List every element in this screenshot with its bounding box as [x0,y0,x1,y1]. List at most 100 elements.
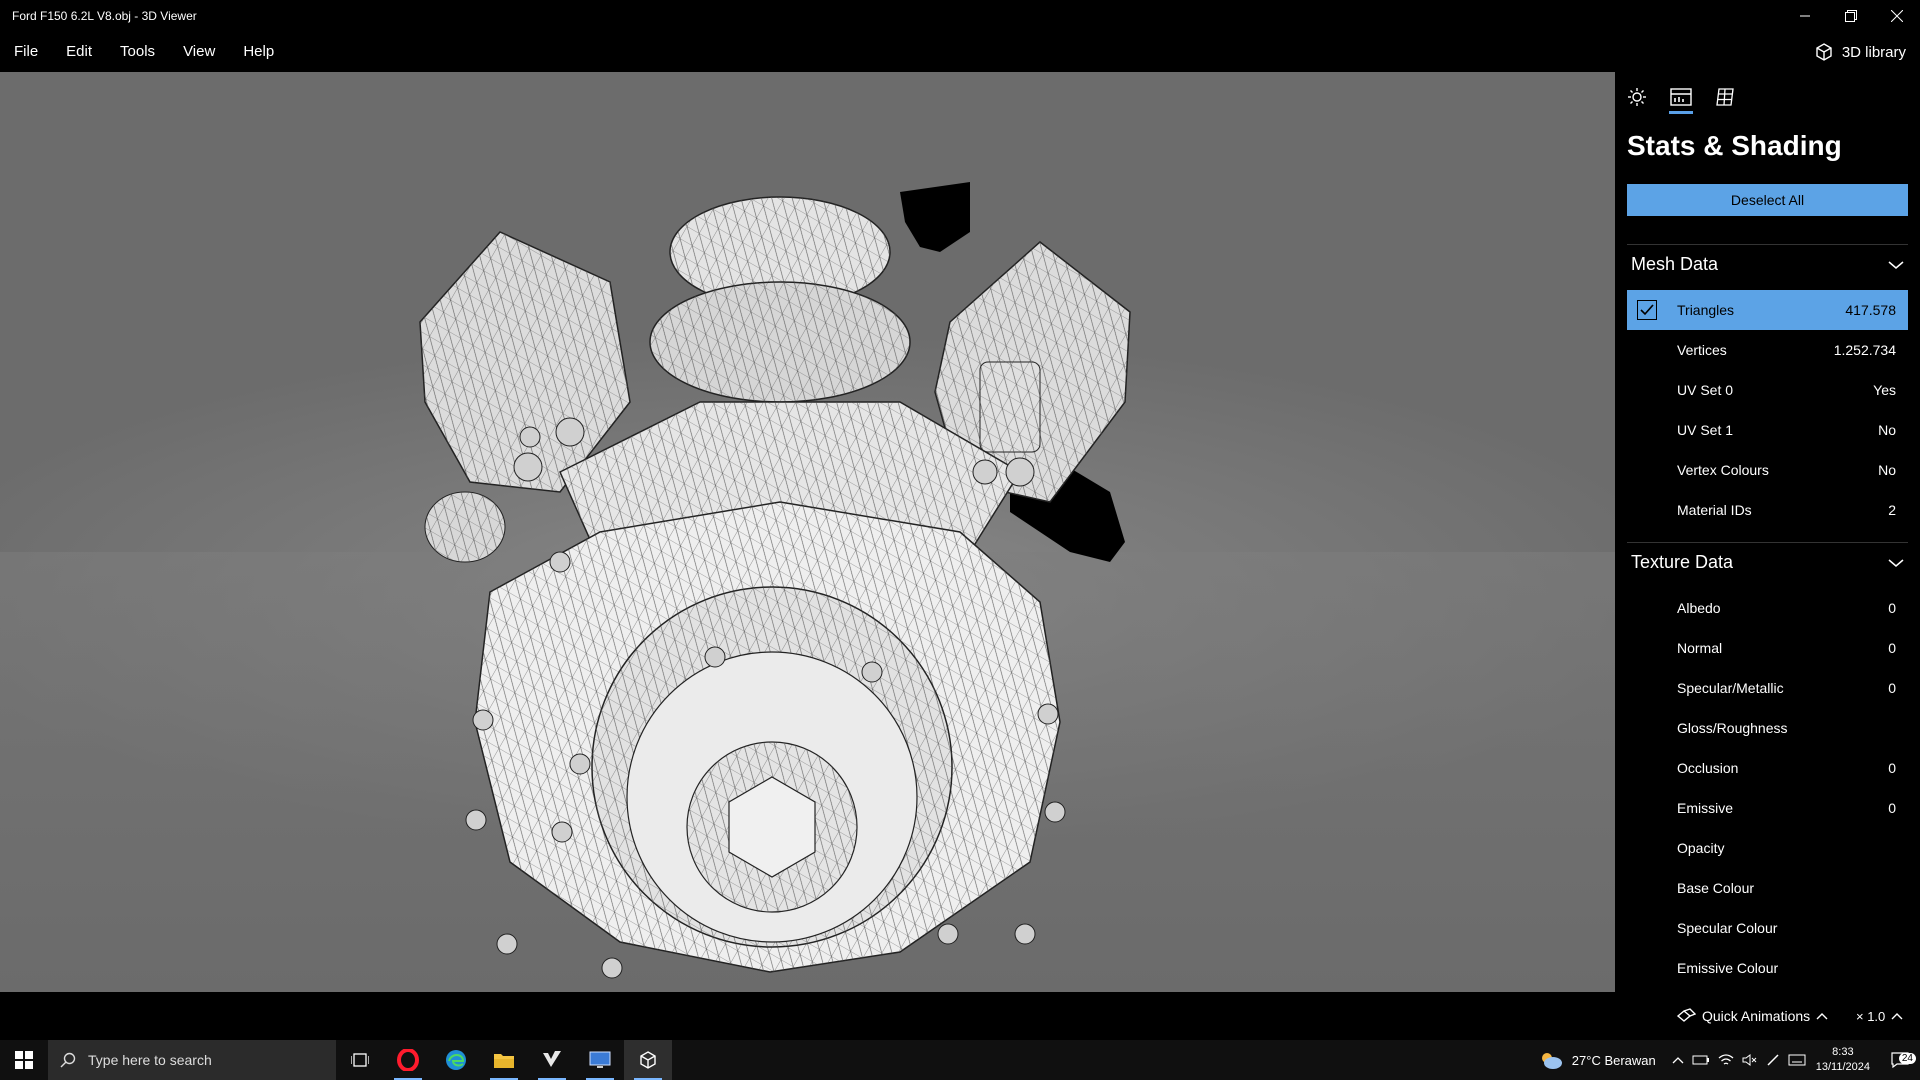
mesh-row-uv-set-1[interactable]: UV Set 1 No [1627,410,1908,450]
animation-speed-control[interactable]: × 1.0 [1856,992,1903,1040]
mesh-row-uv-set-0[interactable]: UV Set 0 Yes [1627,370,1908,410]
wifi-icon[interactable] [1718,1053,1734,1067]
deselect-all-button[interactable]: Deselect All [1627,184,1908,216]
chevron-down-icon [1888,260,1904,269]
pen-icon[interactable] [1766,1053,1780,1067]
opera-icon [397,1049,419,1071]
mesh-row-material-ids[interactable]: Material IDs 2 [1627,490,1908,530]
folder-icon [494,1054,514,1068]
edge-icon [446,1050,466,1070]
row-label: Base Colour [1677,880,1755,896]
row-value: 0 [1888,800,1896,816]
mesh-row-triangles[interactable]: Triangles 417.578 [1627,290,1908,330]
stats-icon [1670,88,1692,106]
mesh-data-heading: Mesh Data [1631,254,1719,274]
texture-row-emissive-colour[interactable]: Emissive Colour [1627,948,1908,988]
clock-time: 8:33 [1832,1046,1854,1058]
row-value: 0 [1888,680,1896,696]
battery-icon[interactable] [1692,1054,1710,1066]
row-value: 417.578 [1845,302,1896,318]
app-icon [543,1051,561,1067]
texture-row-specular-metallic[interactable]: Specular/Metallic 0 [1627,668,1908,708]
minimize-button[interactable] [1782,0,1828,32]
texture-data-heading: Texture Data [1631,552,1734,572]
menu-help[interactable]: Help [229,32,288,72]
taskbar-3d-viewer[interactable] [624,1040,672,1080]
texture-row-opacity[interactable]: Opacity [1627,828,1908,868]
taskbar-edge[interactable] [432,1040,480,1080]
row-label: Vertex Colours [1677,462,1769,478]
search-placeholder: Type here to search [88,1052,212,1068]
menu-edit[interactable]: Edit [52,32,106,72]
cube-icon [640,1051,656,1069]
row-label: Specular Colour [1677,920,1778,936]
panel-title: Stats & Shading [1627,130,1842,161]
taskbar-search-box[interactable]: Type here to search [48,1040,336,1080]
tab-grid[interactable] [1713,84,1737,110]
mesh-row-vertices[interactable]: Vertices 1.252.734 [1627,330,1908,370]
search-icon [60,1052,76,1068]
notification-count: 24 [1898,1053,1916,1064]
close-button[interactable] [1874,0,1920,32]
texture-row-specular-colour[interactable]: Specular Colour [1627,908,1908,948]
speaker-muted-icon[interactable] [1742,1053,1758,1067]
texture-row-emissive[interactable]: Emissive 0 [1627,788,1908,828]
row-value: No [1878,462,1896,478]
row-label: UV Set 0 [1677,382,1734,398]
panel-tabs [1625,84,1737,114]
texture-data-header[interactable]: Texture Data [1627,542,1908,582]
texture-row-normal[interactable]: Normal 0 [1627,628,1908,668]
row-label: Albedo [1677,600,1721,616]
notification-center-button[interactable]: 24 [1880,1052,1920,1068]
row-value: 2 [1888,502,1896,518]
tab-lighting[interactable] [1625,84,1649,110]
row-label: Vertices [1677,342,1727,358]
taskbar-opera[interactable] [384,1040,432,1080]
texture-row-gloss-roughness[interactable]: Gloss/Roughness [1627,708,1908,748]
menu-view[interactable]: View [169,32,229,72]
taskbar-app-5[interactable] [576,1040,624,1080]
window-title: Ford F150 6.2L V8.obj - 3D Viewer [12,9,197,23]
row-label: Opacity [1677,840,1725,856]
texture-row-occlusion[interactable]: Occlusion 0 [1627,748,1908,788]
task-view-icon [351,1053,369,1067]
row-label: Normal [1677,640,1723,656]
chevron-up-icon [1816,1013,1828,1020]
windows-icon [15,1051,33,1069]
animation-speed-value: × 1.0 [1856,1008,1886,1024]
engine-wireframe-model [419,182,1131,979]
row-label: Occlusion [1677,760,1739,776]
3d-library-button[interactable]: 3D library [1814,32,1906,72]
texture-row-albedo[interactable]: Albedo 0 [1627,588,1908,628]
row-value: Yes [1873,382,1896,398]
animation-icon [1676,1008,1696,1022]
restore-button[interactable] [1828,0,1874,32]
mesh-row-vertex-colours[interactable]: Vertex Colours No [1627,450,1908,490]
row-label: Triangles [1677,302,1735,318]
row-label: Emissive [1677,800,1734,816]
chevron-up-icon[interactable] [1672,1056,1684,1064]
window-controls [1782,0,1920,32]
row-value: 1.252.734 [1833,342,1896,358]
quick-animations-button[interactable]: Quick Animations [1676,992,1828,1040]
clock[interactable]: 8:33 13/11/2024 [1816,1045,1870,1075]
taskbar-file-explorer[interactable] [480,1040,528,1080]
system-tray: 27°C Berawan 8:33 13/11/2024 24 [1538,1040,1920,1080]
texture-row-base-colour[interactable]: Base Colour [1627,868,1908,908]
clock-date: 13/11/2024 [1815,1061,1870,1073]
cube-icon [1816,43,1832,61]
task-view-button[interactable] [336,1040,384,1080]
sun-icon [1628,88,1646,106]
start-button[interactable] [0,1040,48,1080]
keyboard-icon[interactable] [1788,1054,1806,1066]
weather-widget[interactable]: 27°C Berawan [1538,1050,1656,1070]
3d-viewport[interactable] [0,72,1615,992]
menu-tools[interactable]: Tools [106,32,169,72]
taskbar-app-4[interactable] [528,1040,576,1080]
taskbar: Type here to search 27°C Berawan 8:33 13… [0,1040,1920,1080]
tab-stats[interactable] [1669,84,1693,114]
checkbox[interactable] [1637,300,1657,320]
menu-file[interactable]: File [0,32,52,72]
grid-icon [1716,88,1734,106]
mesh-data-header[interactable]: Mesh Data [1627,244,1908,284]
